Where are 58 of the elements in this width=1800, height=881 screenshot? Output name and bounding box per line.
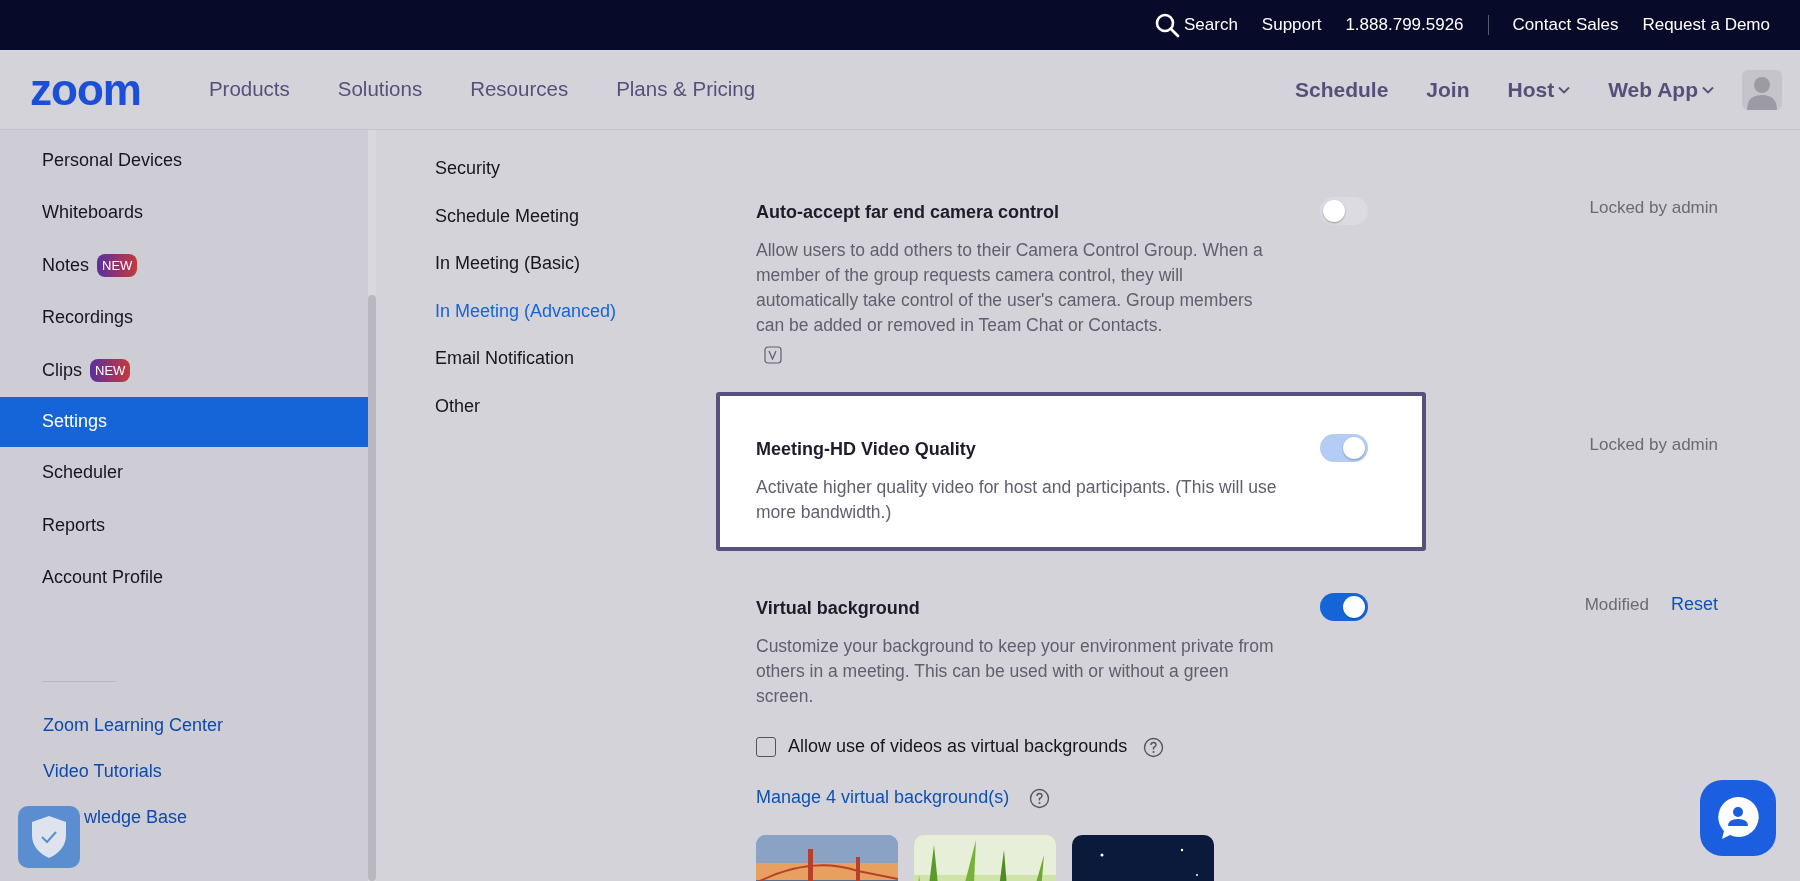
nav-link[interactable]: Host: [1507, 73, 1571, 106]
sidebar-item[interactable]: Notes NEW: [0, 239, 368, 292]
setting-description: Allow users to add others to their Camera Control Group. When a member of the group requests camera control, they will automatically take control of the user's camera. Group members can be added or removed in Team Chat or Contacts.: [756, 239, 1264, 337]
shield-check-icon: [30, 815, 68, 859]
nav-link[interactable]: Plans & Pricing: [616, 74, 756, 105]
status-text: Modified: [1584, 593, 1649, 616]
privacy-button[interactable]: [18, 806, 80, 868]
help-icon[interactable]: [1143, 736, 1165, 758]
sidebar-item[interactable]: Whiteboards: [0, 186, 368, 239]
setting-title: Virtual background: [756, 597, 920, 620]
reset-link[interactable]: Reset: [1670, 591, 1718, 618]
sidebar-item[interactable]: Account Profile: [0, 551, 368, 604]
nav-link[interactable]: Products: [208, 74, 290, 105]
nav-link[interactable]: Web App: [1608, 73, 1714, 106]
setting-description: Activate higher quality video for host and participants. (This will use more bandwidth.): [756, 476, 1278, 524]
help-link[interactable]: Video Tutorials: [0, 758, 368, 804]
sidebar-item[interactable]: Settings: [0, 396, 368, 447]
top-link[interactable]: 1.888.799.5926: [1345, 12, 1464, 38]
settings-nav-item[interactable]: Security: [435, 155, 716, 203]
setting-title: Auto-accept far end camera control: [756, 201, 1060, 224]
top-link[interactable]: Contact Sales: [1512, 12, 1619, 38]
top-link[interactable]: Support: [1261, 12, 1322, 38]
new-tag: NEW: [97, 253, 138, 277]
logo[interactable]: zoom: [30, 67, 141, 112]
nav-link[interactable]: Schedule: [1294, 73, 1389, 106]
sidebar-item[interactable]: Reports: [0, 499, 368, 552]
manage-link[interactable]: Manage 4 virtual background(s): [756, 784, 1010, 811]
settings-nav-item[interactable]: Schedule Meeting: [435, 202, 716, 250]
sidebar-item[interactable]: Scheduler: [0, 446, 368, 499]
search-icon: [1154, 12, 1180, 38]
sidebar-item[interactable]: Clips NEW: [0, 344, 368, 397]
nav-link[interactable]: Solutions: [337, 74, 423, 105]
settings-nav-item[interactable]: Other: [435, 392, 716, 440]
status-text: Locked by admin: [1589, 434, 1718, 456]
checkbox[interactable]: [756, 736, 776, 757]
settings-nav-item[interactable]: Email Notification: [435, 345, 716, 393]
chat-button[interactable]: [1700, 780, 1776, 856]
settings-nav-item[interactable]: In Meeting (Basic): [435, 250, 716, 298]
avatar-icon[interactable]: [1742, 69, 1782, 110]
help-icon[interactable]: [1029, 787, 1051, 809]
help-link[interactable]: Zoom Learning Center: [0, 712, 368, 758]
sidebar-item[interactable]: Personal Devices: [0, 134, 368, 187]
scrollbar-thumb[interactable]: [368, 295, 376, 881]
sidebar-item[interactable]: Recordings: [0, 291, 368, 344]
status-text: Locked by admin: [1589, 197, 1718, 219]
chat-icon: [1716, 795, 1760, 841]
setting-title: Meeting-HD Video Quality: [756, 438, 976, 461]
nav-link[interactable]: Resources: [470, 74, 569, 105]
checkbox-label: Allow use of videos as virtual backgrounds: [788, 735, 1128, 758]
new-tag: NEW: [90, 358, 131, 382]
video-tag-icon: [764, 345, 782, 364]
nav-link[interactable]: Join: [1426, 73, 1470, 106]
top-link[interactable]: Request a Demo: [1642, 12, 1770, 38]
search-link[interactable]: Search: [1154, 12, 1238, 38]
settings-nav-item[interactable]: In Meeting (Advanced): [435, 297, 716, 345]
help-link[interactable]: wledge Base: [0, 804, 368, 850]
toggle-switch[interactable]: [1320, 593, 1368, 621]
setting-description: Customize your background to keep your environment private from others in a meeting. This can be used with or without a green screen.: [756, 635, 1275, 708]
